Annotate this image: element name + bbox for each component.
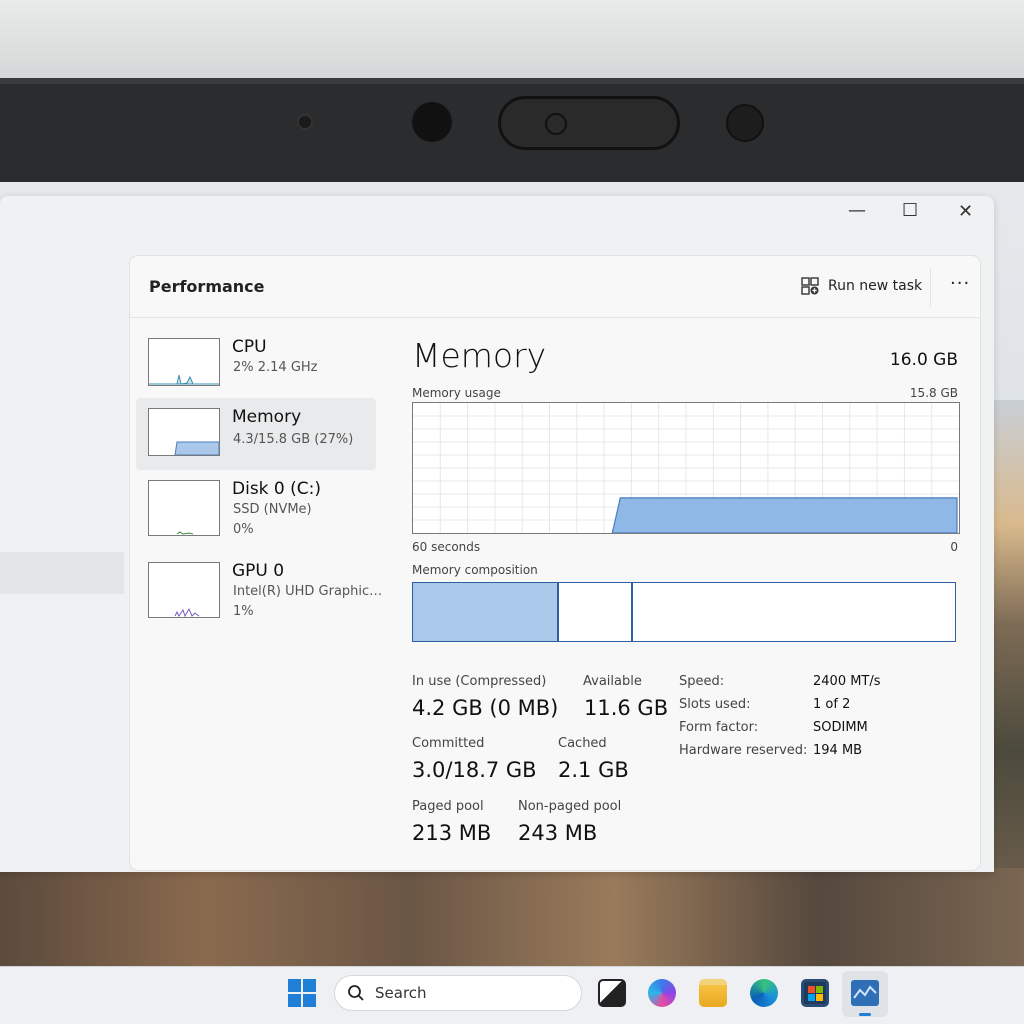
more-options-icon[interactable]: ···: [950, 273, 970, 294]
taskbar: Search: [0, 966, 1024, 1024]
gpu-sparkline: [174, 607, 200, 618]
memory-total: 16.0 GB: [889, 350, 958, 370]
slots-label: Slots used:: [679, 697, 751, 712]
disk-label: Disk 0 (C:): [232, 479, 322, 499]
gpu-thumbnail: [148, 562, 220, 618]
time-now-label: 0: [950, 540, 958, 554]
memory-usage-chart: [413, 403, 959, 534]
form-factor-label: Form factor:: [679, 720, 759, 735]
run-new-task-button[interactable]: Run new task: [800, 276, 922, 296]
ir-camera-icon: [412, 102, 452, 142]
perf-item-gpu[interactable]: GPU 0 Intel(R) UHD Graphics ... 1%: [136, 552, 383, 624]
memory-composition-bar: [412, 582, 956, 642]
task-manager-icon: [851, 980, 879, 1006]
cpu-sparkline: [149, 374, 219, 385]
paged-pool-label: Paged pool: [412, 799, 484, 814]
memory-heading: Memory: [412, 336, 547, 375]
perf-item-disk[interactable]: Disk 0 (C:) SSD (NVMe) 0%: [136, 470, 376, 542]
disk-usage: 0%: [233, 522, 254, 537]
in-use-label: In use (Compressed): [412, 674, 547, 689]
task-view-icon[interactable]: [598, 979, 626, 1007]
performance-panel: Performance Run new task ··· CPU 2% 2.14…: [130, 256, 980, 870]
composition-modified[interactable]: [561, 583, 633, 641]
disk-sparkline: [176, 531, 194, 535]
sensor-icon: [297, 114, 313, 130]
close-icon[interactable]: ✕: [958, 201, 973, 222]
available-value: 11.6 GB: [584, 696, 669, 720]
performance-list: CPU 2% 2.14 GHz Memory 4.3/15.8 GB (27%)…: [130, 318, 386, 870]
paged-pool-value: 213 MB: [412, 821, 492, 845]
gpu-usage: 1%: [233, 604, 254, 619]
gpu-model: Intel(R) UHD Graphics ...: [233, 584, 383, 599]
disk-type: SSD (NVMe): [233, 502, 312, 517]
laptop-lid-top: [0, 0, 1024, 78]
page-title: Performance: [149, 277, 265, 296]
memory-thumbnail: [148, 408, 220, 456]
search-label: Search: [375, 984, 427, 1002]
speed-value: 2400 MT/s: [813, 674, 881, 689]
windows-start-icon[interactable]: [288, 979, 316, 1007]
memory-usage-area: [611, 497, 958, 534]
cpu-thumbnail: [148, 338, 220, 386]
search-icon: [348, 985, 364, 1001]
cached-label: Cached: [558, 736, 607, 751]
microsoft-store-icon[interactable]: [801, 979, 829, 1007]
slots-value: 1 of 2: [813, 697, 851, 712]
copilot-icon[interactable]: [648, 979, 676, 1007]
minimize-icon[interactable]: —: [848, 200, 866, 221]
memory-usage: 4.3/15.8 GB (27%): [233, 432, 354, 447]
task-manager-graph-icon: [853, 985, 877, 999]
task-manager-taskbar-button[interactable]: [842, 971, 888, 1017]
cached-value: 2.1 GB: [558, 758, 629, 782]
ambient-sensor-icon: [726, 104, 764, 142]
laptop-bezel: [0, 78, 1024, 182]
memory-usage-max: 15.8 GB: [909, 386, 958, 400]
header-divider: [930, 268, 931, 306]
nonpaged-pool-label: Non-paged pool: [518, 799, 622, 814]
memory-composition-label: Memory composition: [412, 563, 538, 577]
composition-free[interactable]: [635, 583, 955, 641]
speed-label: Speed:: [679, 674, 725, 689]
run-task-icon: [801, 277, 819, 295]
webcam-shutter: [498, 96, 680, 150]
run-new-task-label: Run new task: [828, 278, 923, 294]
panel-header: Performance Run new task ···: [130, 256, 980, 318]
nonpaged-pool-value: 243 MB: [518, 821, 598, 845]
webcam-lens-icon: [545, 113, 567, 135]
cpu-label: CPU: [232, 337, 267, 357]
form-factor-value: SODIMM: [813, 720, 868, 735]
file-explorer-icon[interactable]: [699, 979, 727, 1007]
disk-thumbnail: [148, 480, 220, 536]
taskbar-search[interactable]: Search: [334, 975, 582, 1011]
maximize-icon[interactable]: ☐: [902, 200, 918, 221]
available-label: Available: [583, 674, 642, 689]
memory-label: Memory: [232, 407, 302, 427]
composition-in-use[interactable]: [413, 583, 559, 641]
wallpaper-rocks: [0, 868, 1024, 968]
hardware-reserved-value: 194 MB: [813, 743, 863, 758]
perf-item-memory[interactable]: Memory 4.3/15.8 GB (27%): [136, 398, 376, 470]
memory-usage-label: Memory usage: [412, 386, 501, 400]
nav-highlight: [0, 552, 124, 594]
hardware-reserved-label: Hardware reserved:: [679, 743, 808, 758]
cpu-usage: 2% 2.14 GHz: [233, 360, 318, 375]
committed-label: Committed: [412, 736, 485, 751]
gpu-label: GPU 0: [232, 561, 285, 581]
edge-browser-icon[interactable]: [750, 979, 778, 1007]
memory-details: Memory 16.0 GB Memory usage 15.8 GB 60 s…: [412, 318, 972, 870]
in-use-value: 4.2 GB (0 MB): [412, 696, 559, 720]
perf-item-cpu[interactable]: CPU 2% 2.14 GHz: [136, 328, 376, 400]
memory-usage-graph: [412, 402, 960, 534]
memory-sparkline: [174, 441, 220, 456]
committed-value: 3.0/18.7 GB: [412, 758, 537, 782]
active-app-indicator: [859, 1013, 871, 1016]
time-range-label: 60 seconds: [412, 540, 481, 554]
